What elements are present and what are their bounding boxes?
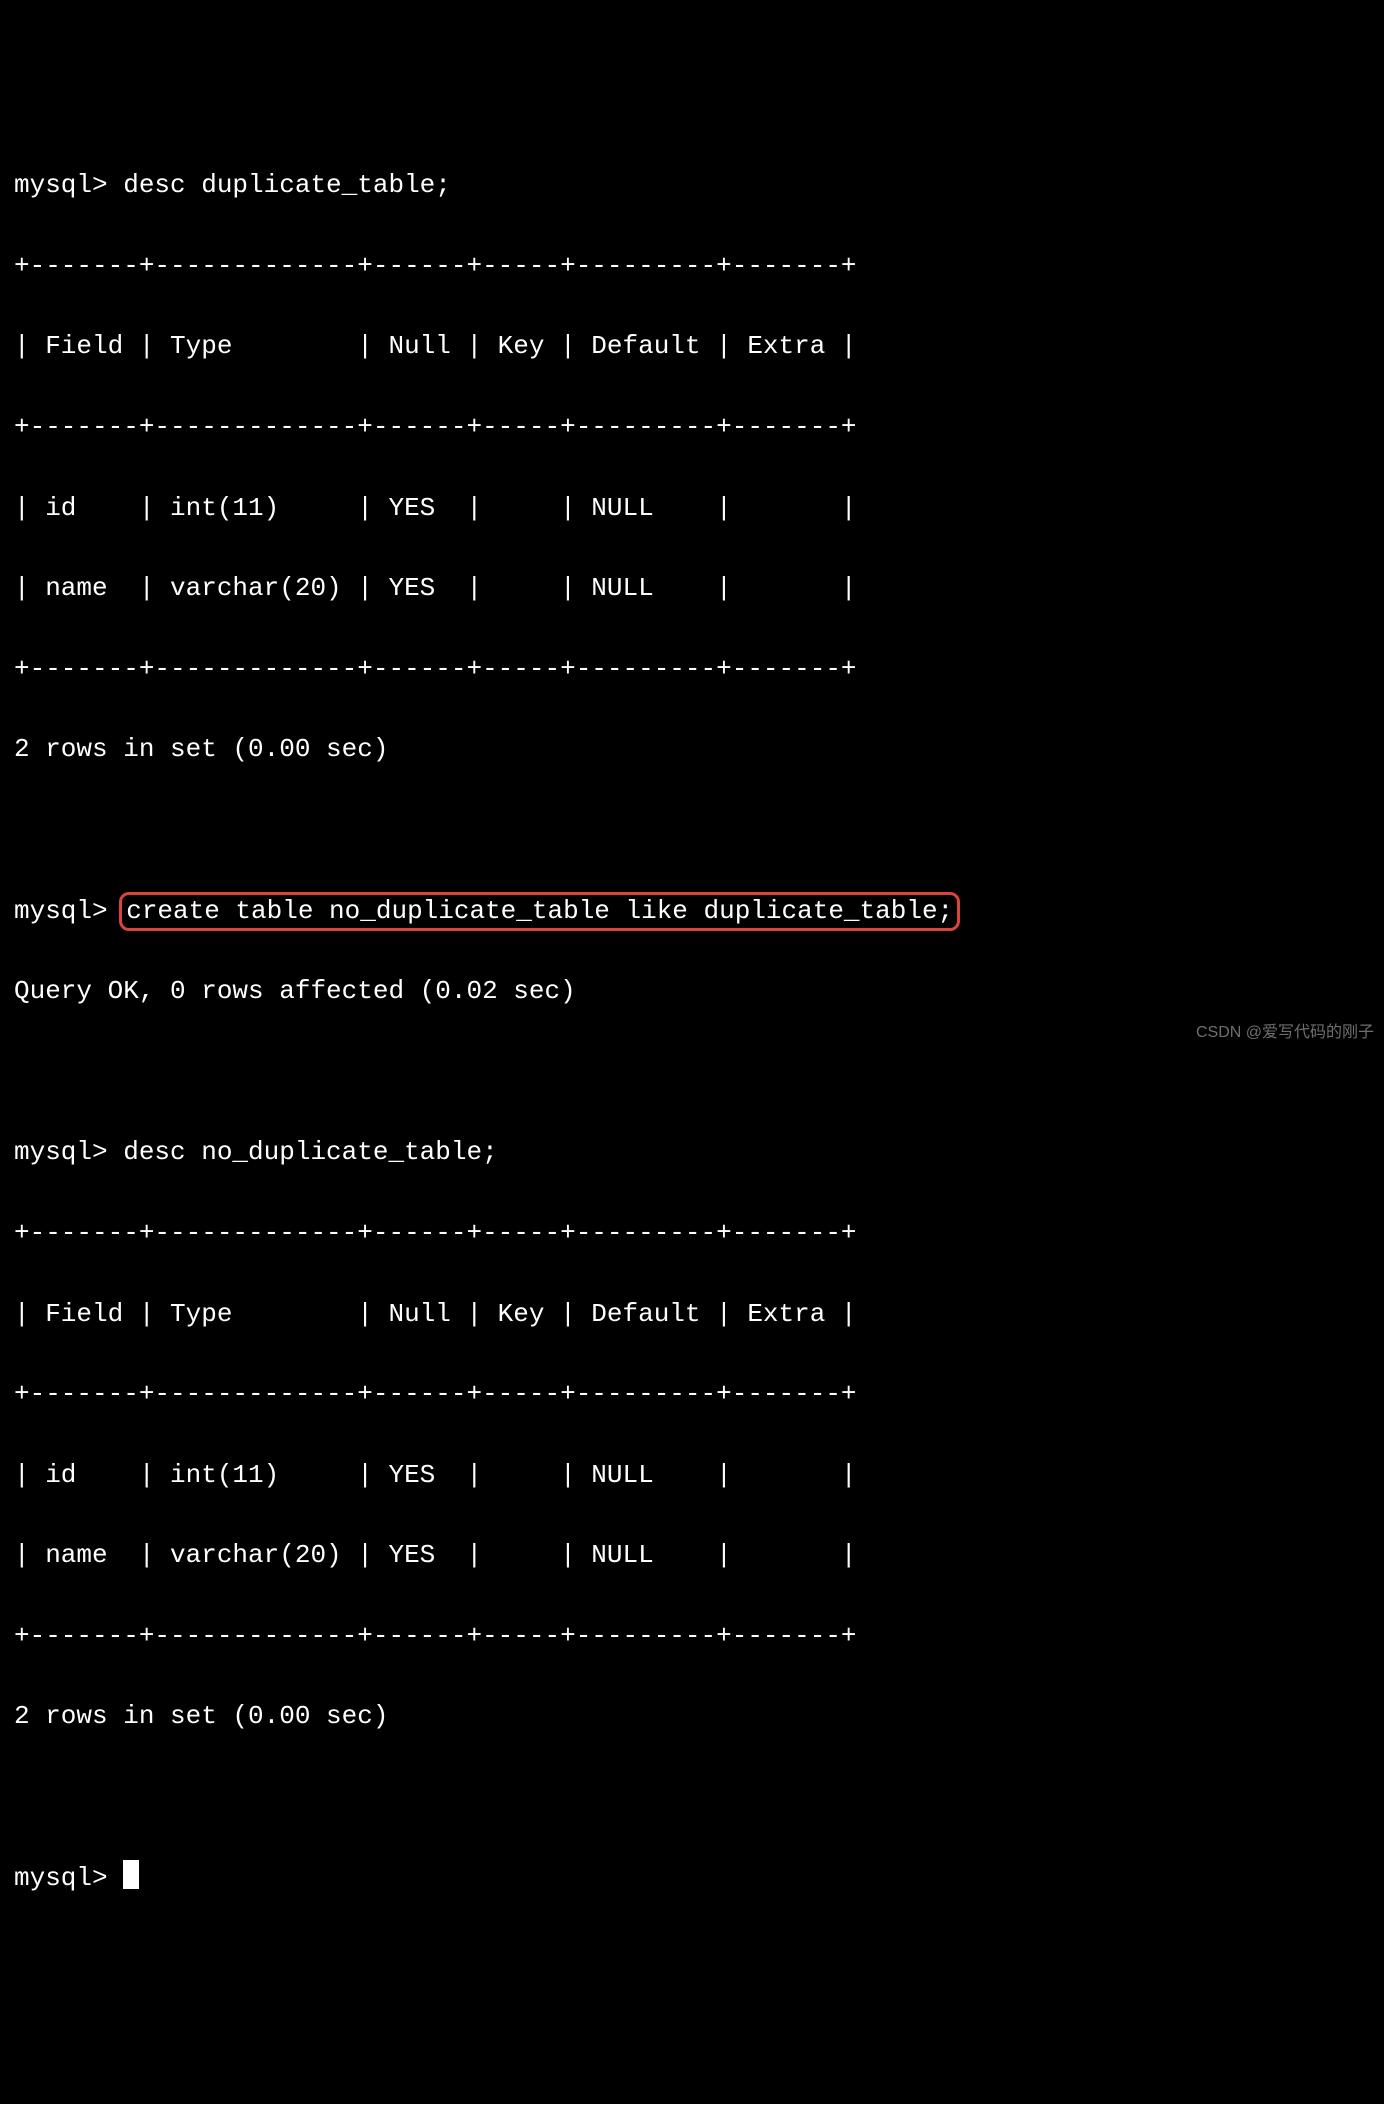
create-result: Query OK, 0 rows affected (0.02 sec) [14, 971, 1370, 1011]
table1-border-top: +-------+-------------+------+-----+----… [14, 246, 1370, 286]
blank-1 [14, 810, 1370, 850]
blank-3 [14, 1777, 1370, 1817]
table1-row-name: | name | varchar(20) | YES | | NULL | | [14, 568, 1370, 608]
table1-summary: 2 rows in set (0.00 sec) [14, 729, 1370, 769]
table1-header: | Field | Type | Null | Key | Default | … [14, 326, 1370, 366]
table2-border-top: +-------+-------------+------+-----+----… [14, 1213, 1370, 1253]
mysql-prompt: mysql> [14, 1863, 123, 1893]
line-desc-dup: mysql> desc duplicate_table; [14, 165, 1370, 205]
mysql-prompt: mysql> [14, 170, 123, 200]
mysql-prompt: mysql> [14, 1137, 123, 1167]
blank-2 [14, 1052, 1370, 1092]
mysql-prompt: mysql> [14, 896, 123, 926]
line-cursor[interactable]: mysql> [14, 1858, 1370, 1898]
table1-border-bottom: +-------+-------------+------+-----+----… [14, 649, 1370, 689]
highlighted-create-cmd: create table no_duplicate_table like dup… [119, 892, 960, 932]
table2-row-name: | name | varchar(20) | YES | | NULL | | [14, 1535, 1370, 1575]
watermark-text: CSDN @爱写代码的刚子 [1196, 1021, 1374, 1046]
line-desc-nodup: mysql> desc no_duplicate_table; [14, 1132, 1370, 1172]
cmd-desc-dup: desc duplicate_table; [123, 170, 451, 200]
table2-row-id: | id | int(11) | YES | | NULL | | [14, 1455, 1370, 1495]
table1-border-mid: +-------+-------------+------+-----+----… [14, 407, 1370, 447]
table2-summary: 2 rows in set (0.00 sec) [14, 1696, 1370, 1736]
cmd-desc-nodup: desc no_duplicate_table; [123, 1137, 497, 1167]
cursor-icon [123, 1860, 139, 1889]
table1-row-id: | id | int(11) | YES | | NULL | | [14, 488, 1370, 528]
table2-border-bottom: +-------+-------------+------+-----+----… [14, 1616, 1370, 1656]
table2-border-mid: +-------+-------------+------+-----+----… [14, 1374, 1370, 1414]
line-create: mysql> create table no_duplicate_table l… [14, 891, 1370, 931]
table2-header: | Field | Type | Null | Key | Default | … [14, 1294, 1370, 1334]
